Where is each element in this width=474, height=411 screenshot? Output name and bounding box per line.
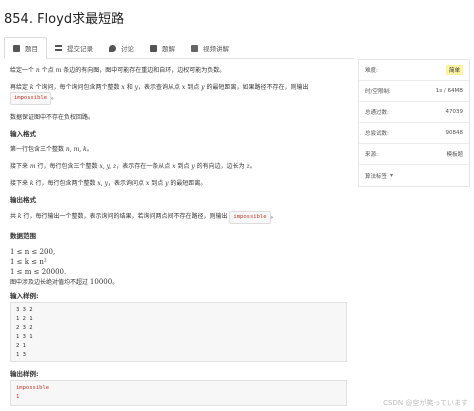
info-label: 总尝试数: — [365, 131, 389, 137]
difficulty-badge: 简单 — [445, 65, 463, 75]
impossible-code: impossible — [10, 92, 52, 105]
info-value: 模板题 — [446, 152, 463, 158]
info-label: 时/空限制: — [365, 89, 391, 95]
tab-bar: 题目 提交记录 讨论 题解 视频讲解 — [4, 37, 354, 59]
info-row-difficulty: 难度: 简单 — [359, 60, 469, 81]
tab-video[interactable]: 视频讲解 — [183, 37, 237, 59]
info-row-accepted: 总通过数: 47039 — [359, 102, 469, 123]
info-row-attempts: 总尝试数: 90848 — [359, 123, 469, 144]
info-label: 总通过数: — [365, 110, 389, 116]
data-range-heading: 数据范围 — [10, 232, 36, 240]
tab-label: 讨论 — [121, 45, 134, 53]
info-row-source: 来源: 模板题 — [359, 144, 469, 165]
tab-label: 题目 — [25, 45, 38, 53]
problem-statement: 给定一个 n 个点 m 条边的有向图，图中可能存在重边和自环，边权可能为负数。 … — [10, 66, 350, 288]
info-value: 47039 — [445, 109, 464, 115]
code-line: 1 3 — [16, 352, 26, 358]
sample-output-heading: 输出样例: — [10, 370, 39, 378]
tab-label: 提交记录 — [67, 45, 93, 53]
code-line: 2 3 2 — [16, 325, 33, 331]
algorithm-tags-toggle[interactable]: 算法标签 ▾ — [359, 165, 469, 186]
video-icon — [191, 44, 198, 52]
info-label: 来源: — [365, 152, 378, 158]
range-line: 图中涉及边长绝对值均不超过 10000。 — [10, 278, 119, 286]
book-icon — [150, 44, 157, 52]
tab-label: 题解 — [162, 45, 175, 53]
tab-discussion[interactable]: 讨论 — [101, 37, 142, 59]
input-format-line: 第一行包含三个整数 n, m, k。 — [10, 146, 93, 153]
info-value: 1s / 64MB — [435, 88, 463, 94]
info-value: 90848 — [445, 130, 464, 136]
page-title: 854. Floyd求最短路 — [4, 12, 125, 27]
range-line: 1 ≤ n ≤ 200, — [10, 248, 56, 256]
tab-solutions[interactable]: 题解 — [142, 37, 183, 59]
info-label: 算法标签 — [365, 173, 388, 180]
problem-info-panel: 难度: 简单 时/空限制: 1s / 64MB 总通过数: 47039 总尝试数… — [358, 59, 470, 187]
chat-icon — [109, 44, 116, 52]
range-line: 1 ≤ m ≤ 20000. — [10, 268, 67, 276]
output-format-line: 共 k 行，每行输出一个整数，表示询问的结果，若询问两点间不存在路径，则输出 i… — [10, 211, 350, 224]
code-line: 1 2 1 — [16, 316, 33, 322]
statement-paragraph: 再给定 k 个询问，每个询问包含两个整数 x 和 y，表示查询从点 x 到点 y… — [10, 83, 350, 105]
document-icon — [13, 44, 20, 52]
sample-input-box: 3 3 2 1 2 1 2 3 2 1 3 1 2 1 1 3 — [10, 302, 347, 362]
tab-problem[interactable]: 题目 — [4, 37, 47, 59]
code-line: impossible — [16, 385, 50, 391]
input-format-heading: 输入格式 — [10, 130, 36, 138]
code-line: 2 1 — [16, 343, 26, 349]
input-format-line: 接下来 m 行，每行包含三个整数 x, y, z，表示存在一条从点 x 到点 y… — [10, 163, 256, 170]
statement-paragraph: 给定一个 n 个点 m 条边的有向图，图中可能存在重边和自环，边权可能为负数。 — [10, 67, 226, 74]
code-line: 3 3 2 — [16, 307, 33, 313]
code-line: 1 3 1 — [16, 334, 33, 340]
range-line: 1 ≤ k ≤ n² — [10, 258, 47, 266]
sample-output-box: impossible 1 — [10, 380, 347, 406]
info-label: 难度: — [365, 68, 378, 74]
info-row-limits: 时/空限制: 1s / 64MB — [359, 81, 469, 102]
output-format-heading: 输出格式 — [10, 196, 36, 204]
watermark: CSDN @空が笑っています — [383, 399, 468, 407]
tab-label: 视频讲解 — [203, 45, 229, 53]
input-format-line: 接下来 k 行，每行包含两个整数 x, y，表示询问点 x 到点 y 的最短距离… — [10, 180, 207, 187]
caret-down-icon: ▾ — [390, 172, 394, 179]
tab-submissions[interactable]: 提交记录 — [47, 37, 101, 59]
code-line: 1 — [16, 394, 20, 400]
statement-paragraph: 数据保证图中不存在负权回路。 — [10, 114, 95, 121]
impossible-code: impossible — [229, 211, 271, 224]
list-icon — [55, 45, 62, 51]
sample-input-heading: 输入样例: — [10, 292, 39, 300]
